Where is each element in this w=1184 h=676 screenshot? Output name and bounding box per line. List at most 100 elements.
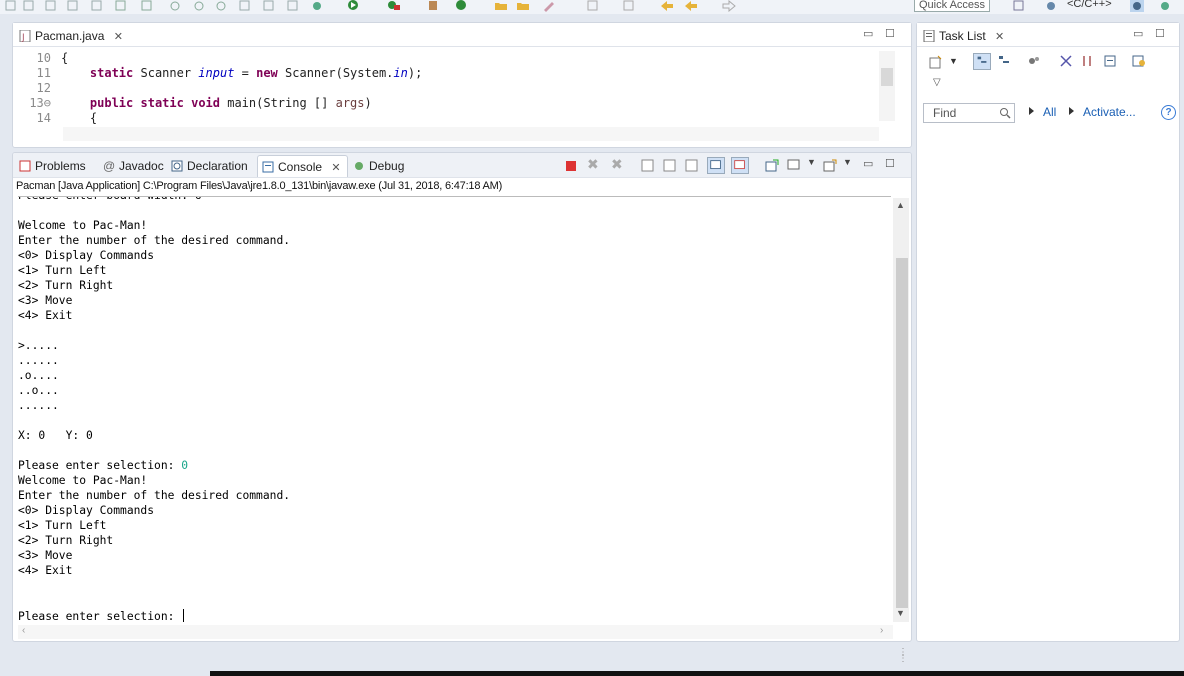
chevron-left-icon[interactable]: ‹ (22, 625, 25, 636)
annotation-icon[interactable] (586, 0, 600, 12)
console-line: Please enter selection: 0 (18, 459, 189, 472)
collapse-icon[interactable] (1103, 54, 1117, 68)
maximize-icon[interactable]: ☐ (885, 27, 895, 40)
remove-launch-icon[interactable]: ✖ (587, 156, 599, 173)
close-icon[interactable]: ✕ (331, 162, 340, 174)
quick-access-input[interactable]: Quick Access (914, 0, 990, 12)
expand-all-icon[interactable] (1081, 54, 1095, 68)
open-perspective-icon[interactable] (1012, 0, 1026, 12)
remove-all-icon[interactable]: ✖ (611, 156, 623, 173)
minimize-icon[interactable]: ▭ (863, 27, 873, 40)
tab-declaration[interactable]: Declaration (167, 155, 248, 177)
editor-hscrollbar[interactable] (63, 127, 879, 141)
console-prompt[interactable]: Please enter selection: (18, 609, 185, 624)
forward-icon[interactable] (722, 0, 736, 12)
display-console-icon[interactable] (787, 159, 801, 172)
tasks-tabbar: Task List ✕ ▭ ☐ (917, 23, 1179, 47)
code-area[interactable]: 10 {11 static Scanner input = new Scanner… (13, 51, 881, 125)
back-icon[interactable] (660, 0, 674, 12)
cpp-perspective-icon[interactable] (1044, 0, 1058, 12)
toolbar-icon[interactable] (22, 0, 36, 12)
close-icon[interactable]: ✕ (995, 31, 1004, 43)
editor-tabbar: J Pacman.java ✕ ▭ ☐ (13, 23, 911, 47)
console-vscrollbar[interactable]: ▲ ▼ (893, 198, 909, 622)
annotation-icon[interactable] (622, 0, 636, 12)
chevron-down-icon[interactable]: ▼ (949, 56, 958, 66)
toolbar-icon[interactable] (262, 0, 276, 12)
console-line: <2> Turn Right (18, 279, 114, 292)
console-icon (262, 161, 274, 173)
toolbar-icon[interactable] (44, 0, 58, 12)
synchronize-icon[interactable] (1131, 54, 1147, 68)
scrollbar-thumb[interactable] (896, 258, 908, 608)
toolbar-icon[interactable] (90, 0, 104, 12)
collapse-all-icon[interactable] (1059, 54, 1073, 68)
tab-console[interactable]: Console ✕ (257, 155, 348, 177)
toolbar-icon[interactable] (238, 0, 252, 12)
line-number: 14 (36, 111, 51, 125)
tab-debug[interactable]: Debug (349, 155, 404, 177)
open-console-icon[interactable] (823, 159, 837, 172)
chevron-down-icon[interactable]: ▼ (896, 608, 905, 618)
word-wrap-icon[interactable] (685, 159, 699, 172)
clear-console-icon[interactable] (641, 159, 655, 172)
pin-console-icon[interactable] (765, 159, 779, 172)
back-icon[interactable] (684, 0, 698, 12)
help-icon[interactable]: ? (1161, 105, 1176, 120)
debug-icon (355, 162, 363, 170)
show-on-stdout-icon[interactable] (707, 157, 725, 174)
activate-link[interactable]: Activate... (1083, 105, 1136, 119)
chevron-down-icon[interactable]: ▼ (807, 157, 816, 167)
show-on-stderr-icon[interactable] (731, 157, 749, 174)
console-hscrollbar[interactable]: ‹ › (18, 625, 893, 639)
scroll-lock-icon[interactable] (663, 159, 677, 172)
close-icon[interactable]: ✕ (114, 31, 123, 43)
chevron-down-icon[interactable]: ▼ (843, 157, 852, 167)
minimize-icon[interactable]: ▭ (863, 157, 873, 170)
open-folder-icon[interactable] (516, 0, 530, 12)
toolbar-icon[interactable] (140, 0, 154, 12)
maximize-icon[interactable]: ☐ (885, 157, 895, 170)
declaration-icon (171, 160, 183, 172)
perspective-label[interactable]: <C/C++> (1067, 0, 1112, 10)
toolbar-icon[interactable] (168, 0, 182, 12)
tab-pacman-java[interactable]: J Pacman.java ✕ (15, 26, 123, 46)
new-class-icon[interactable] (426, 0, 440, 12)
status-bar-handle[interactable]: ⋮ ⋮ (898, 648, 908, 664)
toolbar-icon[interactable] (4, 0, 18, 12)
minimize-icon[interactable]: ▭ (1133, 27, 1143, 40)
user-input: 0 (181, 459, 189, 472)
editor-vscrollbar[interactable] (879, 51, 895, 121)
java-file-icon: J (19, 30, 31, 42)
terminate-icon[interactable] (565, 160, 577, 172)
java-perspective-icon[interactable] (1130, 0, 1144, 12)
all-link[interactable]: All (1043, 105, 1056, 119)
chevron-up-icon[interactable]: ▲ (896, 200, 905, 210)
scheduled-icon[interactable] (997, 54, 1011, 68)
chevron-right-icon[interactable]: › (880, 625, 883, 636)
problems-icon (19, 160, 31, 172)
toolbar-icon[interactable] (114, 0, 128, 12)
maximize-icon[interactable]: ☐ (1155, 27, 1165, 40)
view-menu-icon[interactable]: ▽ (933, 77, 941, 88)
tab-javadoc[interactable]: @ Javadoc (99, 155, 164, 177)
debug-run-icon[interactable] (310, 0, 324, 12)
new-java-icon[interactable] (454, 0, 468, 12)
console-output[interactable]: Please enter board width: 6 Welcome to Pa… (18, 196, 891, 624)
run-icon[interactable] (346, 0, 360, 12)
new-task-icon[interactable] (929, 55, 943, 69)
external-tools-icon[interactable] (386, 0, 400, 12)
toolbar-icon[interactable] (192, 0, 206, 12)
tab-task-list[interactable]: Task List ✕ (919, 26, 1004, 46)
open-folder-icon[interactable] (494, 0, 508, 12)
debug-perspective-icon[interactable] (1158, 0, 1172, 12)
console-line: Welcome to Pac-Man! (18, 474, 148, 487)
toolbar-icon[interactable] (214, 0, 228, 12)
tab-problems[interactable]: Problems (15, 155, 86, 177)
focus-icon[interactable] (1027, 54, 1041, 68)
toolbar-icon[interactable] (286, 0, 300, 12)
console-line: <4> Exit (18, 564, 73, 577)
categorized-icon[interactable] (973, 53, 991, 70)
toolbar-icon[interactable] (66, 0, 80, 12)
pencil-icon[interactable] (542, 0, 556, 12)
